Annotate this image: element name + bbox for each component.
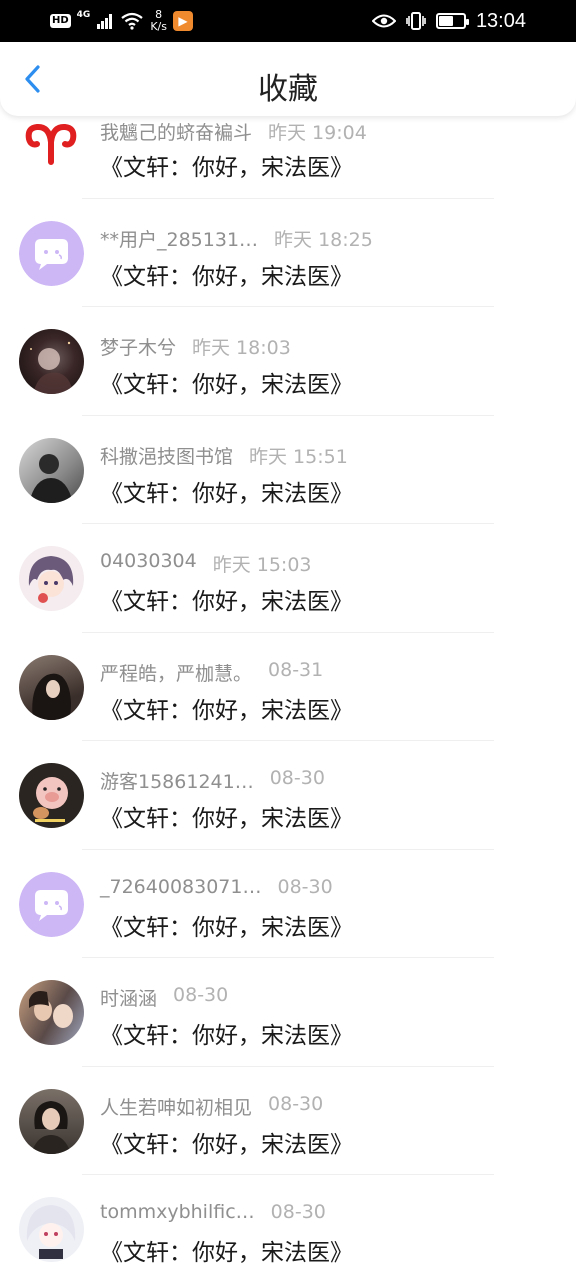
book-title: 《文轩：你好，宋法医》 [100, 589, 353, 615]
avatar[interactable] [19, 112, 84, 177]
status-left: HD 4G 8 K/s ▶ [50, 6, 193, 36]
username: **用户_285131… [100, 228, 259, 251]
item-meta: 科撒浥技图书馆 昨天 15:51 [100, 442, 348, 469]
timestamp: 08-30 [268, 1092, 324, 1115]
avatar[interactable] [19, 220, 84, 286]
aries-icon [19, 112, 84, 177]
play-app-icon: ▶ [172, 11, 193, 31]
avatar[interactable] [19, 980, 84, 1045]
username: _72640083071… [100, 875, 262, 898]
item-meta: 我魑己的蛴奋褊斗 昨天 19:04 [100, 118, 367, 145]
anime-avatar-icon [26, 1205, 76, 1259]
book-title: 《文轩：你好，宋法医》 [100, 480, 353, 507]
list-item[interactable]: **用户_285131… 昨天 18:25 《文轩：你好，宋法医》 [0, 199, 576, 307]
book-title: 《文轩：你好，宋法医》 [100, 1023, 353, 1049]
book-title: 《文轩：你好，宋法医》 [100, 155, 353, 181]
item-meta: 时涵涵 08-30 [100, 984, 228, 1011]
timestamp: 昨天 15:03 [212, 554, 312, 576]
avatar[interactable] [19, 1088, 84, 1154]
book-title: 《文轩：你好，宋法医》 [100, 806, 353, 832]
chat-bubble-icon [19, 871, 84, 937]
chat-bubble-icon [19, 220, 84, 286]
book-title: 《文轩：你好，宋法医》 [100, 263, 353, 290]
photo-avatar-icon [29, 991, 73, 1028]
anime-avatar-icon [28, 556, 74, 603]
battery-icon: 51 [435, 13, 469, 29]
photo-avatar-icon [32, 673, 71, 720]
avatar[interactable] [19, 1197, 84, 1262]
network-speed: 8 K/s [150, 9, 167, 33]
favorites-list: 我魑己的蛴奋褊斗 昨天 19:04 《文轩：你好，宋法医》 **用户_28513… [0, 90, 576, 1284]
username: 梦子木兮 [100, 337, 177, 359]
username: 严程皓，严枷慧。 [100, 662, 253, 685]
item-meta: _72640083071… 08-30 [100, 876, 333, 898]
vibrate-icon [406, 12, 426, 30]
timestamp: 08-30 [270, 1201, 326, 1223]
timestamp: 08-30 [277, 875, 333, 898]
item-meta: 人生若呻如初相见 08-30 [100, 1093, 323, 1120]
network-type: 4G [76, 10, 91, 20]
timestamp: 昨天 19:04 [268, 122, 367, 144]
wifi-icon [121, 12, 144, 30]
list-item[interactable]: _72640083071… 08-30 《文轩：你好，宋法医》 [0, 850, 576, 958]
list-item[interactable]: 严程皓，严枷慧。 08-31 《文轩：你好，宋法医》 [0, 633, 576, 741]
book-title: 《文轩：你好，宋法医》 [100, 372, 353, 398]
avatar[interactable] [19, 546, 84, 611]
username: 科撒浥技图书馆 [100, 445, 234, 468]
timestamp: 昨天 15:51 [249, 445, 348, 468]
clock: 13:04 [475, 9, 526, 32]
book-title: 《文轩：你好，宋法医》 [100, 1131, 353, 1158]
header-bar: 收藏 [0, 42, 576, 116]
book-title: 《文轩：你好，宋法医》 [100, 1240, 353, 1266]
item-meta: 04030304 昨天 15:03 [100, 550, 312, 577]
timestamp: 08-30 [173, 984, 229, 1006]
eye-icon [371, 14, 396, 28]
list-item[interactable]: 人生若呻如初相见 08-30 《文轩：你好，宋法医》 [0, 1067, 576, 1175]
status-bar: HD 4G 8 K/s ▶ 51 13:04 [0, 0, 576, 42]
timestamp: 08-30 [269, 767, 325, 789]
timestamp: 昨天 18:03 [192, 337, 291, 359]
avatar[interactable] [19, 329, 84, 394]
avatar[interactable] [19, 437, 84, 503]
item-meta: 严程皓，严枷慧。 08-31 [100, 659, 323, 686]
list-item[interactable]: 时涵涵 08-30 《文轩：你好，宋法医》 [0, 958, 576, 1067]
battery-level: 51 [443, 13, 459, 26]
item-meta: tommxybhilfic… 08-30 [100, 1201, 326, 1223]
photo-avatar-icon [30, 341, 73, 394]
avatar[interactable] [19, 871, 84, 937]
username: 人生若呻如初相见 [100, 1096, 253, 1119]
avatar[interactable] [19, 763, 84, 828]
list-item[interactable]: 梦子木兮 昨天 18:03 《文轩：你好，宋法医》 [0, 307, 576, 416]
book-title: 《文轩：你好，宋法医》 [100, 914, 353, 941]
status-right: 51 13:04 [371, 6, 526, 36]
avatar[interactable] [19, 654, 84, 720]
username: 04030304 [100, 550, 197, 572]
pig-avatar-icon [33, 777, 68, 822]
timestamp: 08-31 [268, 658, 324, 681]
signal-icon [97, 14, 113, 29]
photo-avatar-icon [29, 453, 73, 503]
username: tommxybhilfic… [100, 1201, 255, 1223]
list-item[interactable]: 04030304 昨天 15:03 《文轩：你好，宋法医》 [0, 524, 576, 633]
item-meta: 梦子木兮 昨天 18:03 [100, 333, 291, 360]
speed-unit: K/s [150, 20, 167, 33]
item-meta: 游客15861241… 08-30 [100, 767, 325, 794]
list-item[interactable]: 游客15861241… 08-30 《文轩：你好，宋法医》 [0, 741, 576, 850]
photo-avatar-icon [31, 1100, 71, 1154]
username: 游客15861241… [100, 771, 254, 793]
item-meta: **用户_285131… 昨天 18:25 [100, 225, 373, 252]
list-item[interactable]: tommxybhilfic… 08-30 《文轩：你好，宋法医》 [0, 1175, 576, 1284]
username: 我魑己的蛴奋褊斗 [100, 122, 253, 144]
book-title: 《文轩：你好，宋法医》 [100, 697, 353, 724]
list-item[interactable]: 科撒浥技图书馆 昨天 15:51 《文轩：你好，宋法医》 [0, 416, 576, 524]
hd-badge: HD [50, 14, 71, 28]
page-title: 收藏 [258, 72, 318, 107]
username: 时涵涵 [100, 988, 158, 1010]
timestamp: 昨天 18:25 [274, 228, 373, 251]
